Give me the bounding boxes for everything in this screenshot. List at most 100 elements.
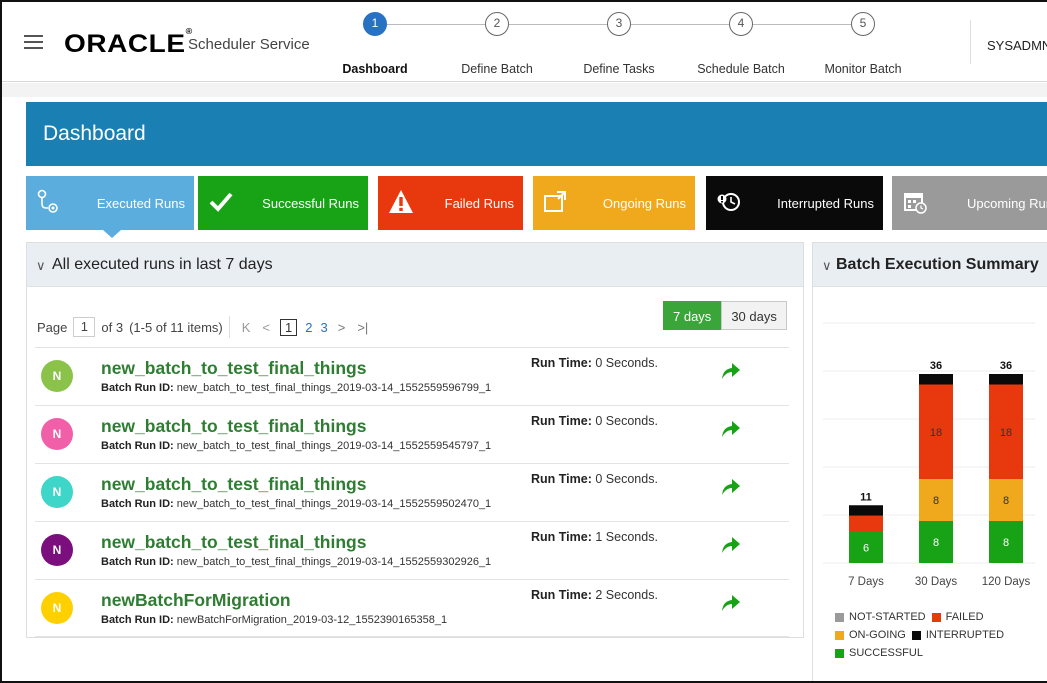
avatar: N [41,476,73,508]
prev-page-icon[interactable]: < [262,320,270,335]
run-time-label: Run Time: [531,356,592,370]
run-time: Run Time: 1 Seconds. [531,530,658,544]
page-link[interactable]: 3 [320,320,327,335]
next-page-icon[interactable]: > [338,320,346,335]
bar-segment [849,505,883,516]
legend-item[interactable]: NOT-STARTED [835,611,926,623]
total-label: 11 [860,491,872,503]
range-30-days-button[interactable]: 30 days [721,301,787,330]
run-time-label: Run Time: [531,472,592,486]
range-toggle: 7 days 30 days [663,301,787,330]
tile-executed-runs[interactable]: Executed Runs [26,176,194,238]
panel-header[interactable]: ∨ All executed runs in last 7 days [27,243,803,287]
chevron-down-icon[interactable]: ∨ [36,258,46,274]
legend-item[interactable]: SUCCESSFUL [835,647,923,659]
data-label: 6 [863,542,869,554]
legend-item[interactable]: FAILED [931,611,984,623]
step-dashboard[interactable]: 1 Dashboard [320,12,430,76]
page-count: of 3 [101,319,124,335]
run-time-label: Run Time: [531,588,592,602]
legend-item[interactable]: INTERRUPTED [911,629,1004,641]
run-time-value: 0 Seconds. [595,414,658,428]
dashboard-banner: Dashboard [26,102,1047,166]
hamburger-menu-icon[interactable] [24,35,43,49]
ongoing-icon [544,191,566,212]
step-label: Define Tasks [583,62,655,76]
bar-segment [989,374,1023,385]
user-menu[interactable]: SYSADMN [987,38,1047,53]
step-monitor-batch[interactable]: 5 Monitor Batch [808,12,918,76]
step-label: Define Batch [461,62,533,76]
run-row[interactable]: NnewBatchForMigration Batch Run ID: newBa… [35,579,789,637]
step-number: 4 [729,12,753,36]
batch-execution-chart: 6 11 7 Days 8 8 18 36 30 Days 8 8 18 36 120 Days [823,322,1035,588]
data-label: 8 [933,537,939,549]
warning-icon [389,190,413,213]
data-label: 8 [1003,495,1009,507]
step-label: Dashboard [342,62,408,76]
tile-label: Ongoing Runs [602,196,686,211]
page-input[interactable]: 1 [73,317,96,337]
run-id-label: Batch Run ID: [101,440,174,452]
run-row[interactable]: Nnew_batch_to_test_final_things Batch Run… [35,347,789,405]
tile-label: Successful Runs [262,196,359,211]
forward-arrow-icon[interactable] [721,420,741,438]
run-id-label: Batch Run ID: [101,382,174,394]
page-link[interactable]: 2 [305,320,312,335]
forward-arrow-icon[interactable] [721,594,741,612]
service-name: Scheduler Service [188,36,310,53]
tile-failed-runs[interactable]: Failed Runs [378,176,523,230]
chart-legend: NOT-STARTED FAILED ON-GOING INTERRUPTED SUCC… [835,611,1045,665]
item-count: (1-5 of 11 items) [129,319,223,335]
forward-arrow-icon[interactable] [721,362,741,380]
legend-swatch [835,648,844,658]
forward-arrow-icon[interactable] [721,478,741,496]
run-time: Run Time: 2 Seconds. [531,588,658,602]
forward-arrow-icon[interactable] [721,536,741,554]
pager-divider [228,316,230,338]
legend-swatch [931,612,941,622]
avatar: N [41,360,73,392]
header-strip [2,83,1047,97]
legend-swatch [835,630,844,640]
step-number: 3 [607,12,631,36]
batch-run-id: Batch Run ID: new_batch_to_test_final_th… [101,498,491,510]
run-time-value: 0 Seconds. [595,356,658,370]
run-list: Nnew_batch_to_test_final_things Batch Run… [27,347,805,637]
executed-runs-panel: ∨ All executed runs in last 7 days Page … [26,242,804,638]
avatar: N [41,534,73,566]
bar-segment [919,374,953,385]
batch-name-link[interactable]: new_batch_to_test_final_things [101,532,366,553]
run-row[interactable]: Nnew_batch_to_test_final_things Batch Run… [35,463,789,521]
step-label: Schedule Batch [697,62,785,76]
run-id-label: Batch Run ID: [101,556,174,568]
step-schedule-batch[interactable]: 4 Schedule Batch [686,12,796,76]
batch-name-link[interactable]: new_batch_to_test_final_things [101,474,366,495]
data-label: 8 [1003,537,1009,549]
range-7-days-button[interactable]: 7 days [663,301,722,330]
tile-successful-runs[interactable]: Successful Runs [198,176,368,230]
tile-interrupted-runs[interactable]: Interrupted Runs [706,176,883,230]
run-time: Run Time: 0 Seconds. [531,356,658,370]
batch-summary-panel: ∨ Batch Execution Summary 6 11 7 Days 8 8 18 3… [812,242,1047,681]
panel-header[interactable]: ∨ Batch Execution Summary [813,243,1047,287]
tile-ongoing-runs[interactable]: Ongoing Runs [533,176,695,230]
run-row[interactable]: Nnew_batch_to_test_final_things Batch Run… [35,521,789,579]
chevron-down-icon[interactable]: ∨ [822,258,832,274]
batch-name-link[interactable]: new_batch_to_test_final_things [101,358,366,379]
step-define-batch[interactable]: 2 Define Batch [442,12,552,76]
legend-item[interactable]: ON-GOING [835,629,906,641]
batch-name-link[interactable]: new_batch_to_test_final_things [101,416,366,437]
step-define-tasks[interactable]: 3 Define Tasks [564,12,674,76]
avatar: N [41,592,73,624]
page-link[interactable]: 1 [280,318,298,336]
batch-run-id: Batch Run ID: new_batch_to_test_final_th… [101,440,491,452]
tile-upcoming-runs[interactable]: Upcoming Runs [892,176,1047,230]
first-page-icon[interactable]: K [242,320,251,335]
batch-name-link[interactable]: newBatchForMigration [101,590,291,611]
last-page-icon[interactable]: >| [357,320,368,335]
run-row[interactable]: Nnew_batch_to_test_final_things Batch Run… [35,405,789,463]
tile-label: Executed Runs [96,196,185,211]
run-id-value: new_batch_to_test_final_things_2019-03-1… [176,556,492,568]
legend-label: ON-GOING [849,629,906,641]
